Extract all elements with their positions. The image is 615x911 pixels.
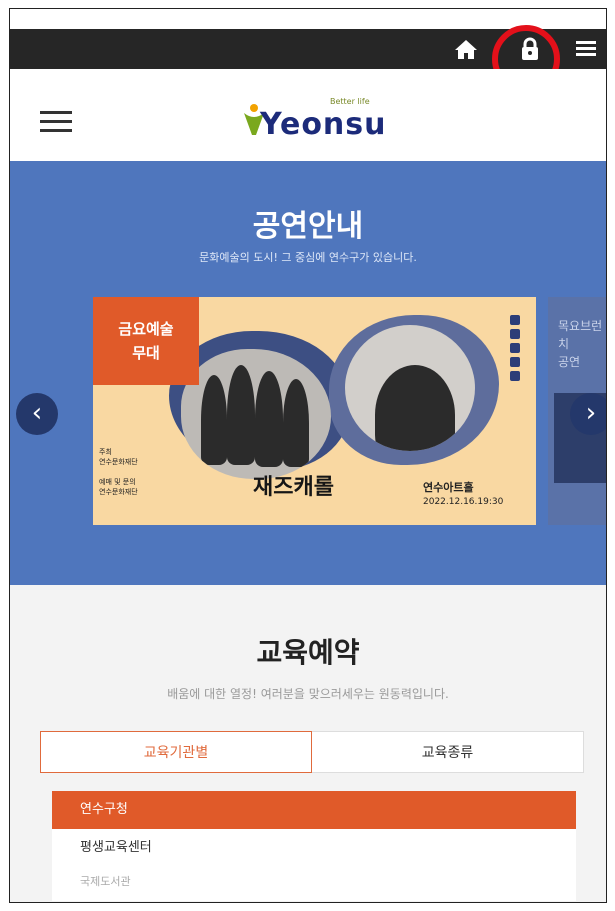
hamburger-menu-icon[interactable]	[40, 111, 72, 133]
performance-title: 공연안내	[252, 209, 364, 244]
logo-tagline: Better life	[330, 97, 370, 106]
slide-title: 재즈캐롤	[253, 475, 334, 500]
slide-organizer: 주최 연수문화재단	[99, 448, 138, 466]
tab-by-institution[interactable]: 교육기관별	[40, 731, 312, 773]
site-header: Better life Yeonsu	[10, 69, 606, 161]
home-icon[interactable]	[453, 37, 479, 61]
logo-text: Yeonsu	[260, 107, 387, 142]
list-item-yeonsu-office[interactable]: 연수구청	[52, 791, 576, 829]
education-subtitle: 배움에 대한 열정! 여러분을 맞으러세우는 원동력입니다.	[167, 687, 449, 701]
phone-frame: Better life Yeonsu 공연안내 문화예술의 도시! 그 중심에 …	[9, 8, 607, 903]
prev-arrow-button[interactable]: ‹	[16, 393, 58, 435]
slide-venue: 연수아트홀	[423, 481, 474, 494]
slide-inquiry: 예매 및 문의 연수문화재단	[99, 478, 138, 496]
singer-photo	[345, 325, 475, 451]
slide-date: 2022.12.16.19:30	[423, 497, 504, 507]
slide-badge: 금요예술 무대	[93, 297, 199, 385]
tab-by-type[interactable]: 교육종류	[312, 731, 584, 773]
slide-side-icons	[505, 311, 525, 385]
education-title: 교육예약	[256, 636, 360, 669]
list-item-lifelong-center[interactable]: 평생교육센터	[52, 829, 576, 867]
performance-section: 공연안내 문화예술의 도시! 그 중심에 연수구가 있습니다. 금요예술 무대 …	[10, 161, 606, 585]
yeonsu-logo[interactable]: Better life Yeonsu	[242, 97, 392, 142]
education-section: 교육예약 배움에 대한 열정! 여러분을 맞으러세우는 원동력입니다. 교육기관…	[10, 585, 606, 902]
list-item-library[interactable]: 국제도서관	[52, 867, 576, 897]
performance-slide[interactable]: 금요예술 무대 주최 연수문화재단 예매 및 문의 연수문화재단 재즈캐롤 연수…	[93, 297, 536, 525]
next-slide-text: 목요브런치 공연	[558, 319, 603, 369]
band-photo	[181, 349, 331, 479]
menu-icon[interactable]	[573, 37, 599, 61]
performance-subtitle: 문화예술의 도시! 그 중심에 연수구가 있습니다.	[199, 251, 417, 264]
next-arrow-button[interactable]: ›	[570, 393, 606, 435]
institution-list: 연수구청 평생교육센터 국제도서관	[52, 791, 576, 901]
